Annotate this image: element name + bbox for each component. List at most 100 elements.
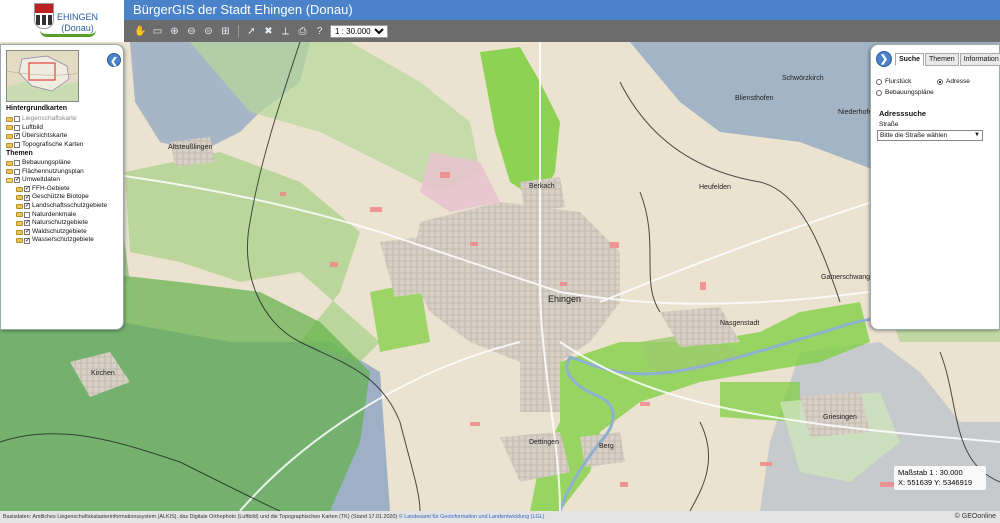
ehingen-logo[interactable]: EHINGEN (Donau)	[0, 0, 124, 42]
logo-town-name: EHINGEN	[57, 12, 99, 22]
scale-readout: Maßstab 1 : 30.000	[898, 468, 963, 477]
place-label-berg: Berg	[599, 443, 614, 450]
place-label-gamerschwang: Gamerschwang	[821, 274, 870, 281]
toolbar-divider	[238, 24, 239, 38]
theme-item[interactable]: ✓ Umweltdaten	[6, 176, 107, 185]
checkbox[interactable]	[14, 124, 20, 131]
info-icon[interactable]: ▭	[151, 25, 164, 38]
altsteusslingen-area	[170, 137, 215, 167]
street-label: Straße	[879, 121, 899, 128]
place-label-ehingen: Ehingen	[548, 294, 581, 304]
background-item-label: Luftbild	[22, 123, 43, 131]
checkbox[interactable]	[14, 160, 20, 167]
theme-subitem[interactable]: ✓ Naturschutzgebiete	[6, 219, 107, 228]
theme-subitem[interactable]: ✓ Landschaftsschutzgebiete	[6, 202, 107, 211]
radio-label: Adresse	[946, 78, 970, 85]
folder-icon	[6, 160, 13, 166]
place-label-kirchen: Kirchen	[91, 370, 115, 377]
folder-icon	[16, 220, 23, 226]
geoonline-brand[interactable]: © GEOonline	[950, 511, 996, 523]
help-icon[interactable]: ?	[313, 25, 326, 38]
checkbox[interactable]	[24, 211, 30, 218]
theme-subitem[interactable]: ✓ Waldschutzgebiete	[6, 228, 107, 237]
map-canvas[interactable]: Schwörzkirch Bliensthofen Niederhofen Al…	[0, 42, 1000, 511]
hand-pan-icon[interactable]: ✋	[134, 25, 147, 38]
place-label-berkach: Berkach	[529, 183, 555, 190]
scale-select[interactable]: 1 : 30.000	[330, 24, 388, 38]
theme-item-label: Wasserschutzgebiete	[32, 236, 94, 244]
radio-bebauungsplaene[interactable]: Bebauungspläne	[876, 89, 934, 96]
background-item-label: Übersichtskarte	[22, 132, 68, 140]
attribution-footer: Basisdaten: Amtliches Liegenschaftskatas…	[0, 511, 1000, 523]
panel-tabs: Suche Themen Information	[895, 53, 1000, 66]
folder-icon	[16, 212, 23, 218]
overview-map[interactable]	[6, 50, 79, 102]
radio-label: Bebauungspläne	[885, 89, 934, 96]
theme-subitem[interactable]: ✓ FFH-Gebiete	[6, 185, 107, 194]
background-item[interactable]: Topografische Karten	[6, 141, 83, 150]
zoom-extent-icon[interactable]: ⊞	[219, 25, 232, 38]
theme-item-label: Landschaftsschutzgebiete	[32, 201, 108, 209]
folder-icon	[6, 125, 13, 131]
tab-themen[interactable]: Themen	[925, 53, 959, 66]
checkbox[interactable]	[14, 142, 20, 149]
app-window: EHINGEN (Donau) BürgerGIS der Stadt Ehing…	[0, 0, 1000, 523]
folder-icon	[16, 186, 23, 192]
folder-icon	[16, 229, 23, 235]
zoom-in-icon[interactable]: ⊕	[168, 25, 181, 38]
background-maps-list: Liegenschaftskarte Luftbild ✓ Übersichtsk…	[6, 115, 83, 149]
select-arrow-icon[interactable]: ➚	[245, 25, 258, 38]
folder-icon	[16, 203, 23, 209]
theme-subitem[interactable]: Naturdenkmale	[6, 211, 107, 220]
measure-icon[interactable]: ⟂	[279, 25, 292, 38]
checkbox[interactable]	[14, 116, 20, 123]
radio-adresse[interactable]: Adresse	[937, 78, 970, 85]
background-item-label: Topografische Karten	[22, 140, 84, 148]
zoom-out-icon[interactable]: ⊖	[185, 25, 198, 38]
theme-item[interactable]: Flächennutzungsplan	[6, 168, 107, 177]
radio-flurstueck[interactable]: Flurstück	[876, 78, 911, 85]
background-maps-heading: Hintergrundkarten	[6, 105, 68, 112]
theme-item[interactable]: Bebauungspläne	[6, 159, 107, 168]
background-item-label: Liegenschaftskarte	[22, 115, 77, 122]
checkbox-checked[interactable]: ✓	[24, 203, 30, 210]
theme-item-label: Umweltdaten	[22, 176, 60, 184]
tab-information[interactable]: Information	[959, 53, 1000, 66]
collapse-right-panel-button[interactable]: ❯	[876, 51, 892, 67]
collapse-left-panel-button[interactable]: ❮	[107, 53, 121, 67]
theme-subitem[interactable]: ✓ Geschützte Biotope	[6, 193, 107, 202]
zoom-full-icon[interactable]: ⊝	[202, 25, 215, 38]
select-clear-icon[interactable]: ✖	[262, 25, 275, 38]
street-select[interactable]: Bitte die Straße wählen ▼	[877, 130, 983, 141]
tab-suche[interactable]: Suche	[895, 53, 925, 66]
attribution-text: Basisdaten: Amtliches Liegenschaftskatas…	[3, 514, 398, 520]
checkbox-checked[interactable]: ✓	[14, 177, 20, 184]
checkbox-checked[interactable]: ✓	[24, 194, 30, 201]
checkbox-checked[interactable]: ✓	[24, 220, 30, 227]
search-panel: ❯ Suche Themen Information Flurstück Adr…	[870, 44, 1000, 330]
checkbox-checked[interactable]: ✓	[24, 237, 30, 244]
print-icon[interactable]: ⎙	[296, 25, 309, 38]
radio-label: Flurstück	[885, 78, 912, 85]
map-toolbar: ✋ ▭ ⊕ ⊖ ⊝ ⊞ ➚ ✖ ⟂ ⎙ ? 1 : 30.000	[124, 20, 1000, 42]
checkbox[interactable]	[14, 168, 20, 175]
checkbox-checked[interactable]: ✓	[14, 133, 20, 140]
background-item[interactable]: ✓ Übersichtskarte	[6, 132, 83, 141]
background-item[interactable]: Luftbild	[6, 124, 83, 133]
attribution-link[interactable]: © Landesamt für Geoinformation und Lande…	[399, 514, 545, 520]
folder-open-icon	[6, 177, 13, 183]
folder-icon	[6, 169, 13, 175]
background-item[interactable]: Liegenschaftskarte	[6, 115, 83, 124]
radio-button[interactable]	[876, 78, 882, 85]
checkbox-checked[interactable]: ✓	[24, 229, 30, 236]
town-south-district	[520, 362, 560, 412]
theme-item-label: FFH-Gebiete	[32, 184, 70, 192]
coat-of-arms-icon	[34, 3, 54, 29]
radio-button[interactable]	[876, 89, 882, 96]
app-title: BürgerGIS der Stadt Ehingen (Donau)	[124, 0, 1000, 20]
radio-button-selected[interactable]	[937, 78, 943, 85]
theme-subitem[interactable]: ✓ Wasserschutzgebiete	[6, 236, 107, 245]
theme-item-label: Naturschutzgebiete	[32, 219, 89, 227]
coordinate-readout: X: 551639 Y: 5346919	[898, 478, 973, 487]
checkbox-checked[interactable]: ✓	[24, 186, 30, 193]
